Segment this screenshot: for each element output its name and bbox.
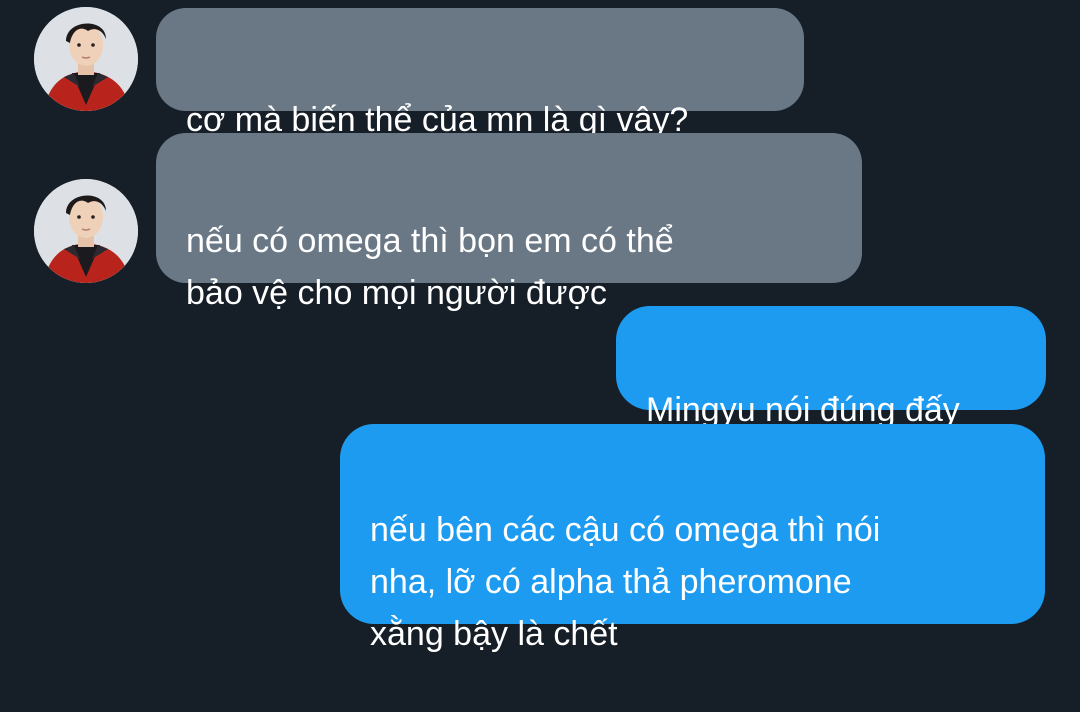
message-bubble-incoming[interactable]: cơ mà biến thể của mn là gì vậy? (156, 8, 804, 139)
avatar-photo-icon (34, 7, 138, 111)
message-bubble-incoming[interactable]: nếu có omega thì bọn em có thể bảo vệ ch… (156, 133, 862, 312)
avatar-photo-icon (34, 179, 138, 283)
contact-avatar[interactable] (34, 179, 138, 283)
message-bubble-outgoing[interactable]: Mingyu nói đúng đấy (616, 306, 1046, 429)
message-text: nếu có omega thì bọn em có thể bảo vệ ch… (186, 222, 674, 312)
chat-thread: cơ mà biến thể của mn là gì vậy? nếu có … (0, 0, 1080, 653)
message-text: nếu bên các cậu có omega thì nói nha, lỡ… (370, 511, 881, 653)
message-bubble-outgoing[interactable]: nếu bên các cậu có omega thì nói nha, lỡ… (340, 424, 1045, 653)
contact-avatar[interactable] (34, 7, 138, 111)
